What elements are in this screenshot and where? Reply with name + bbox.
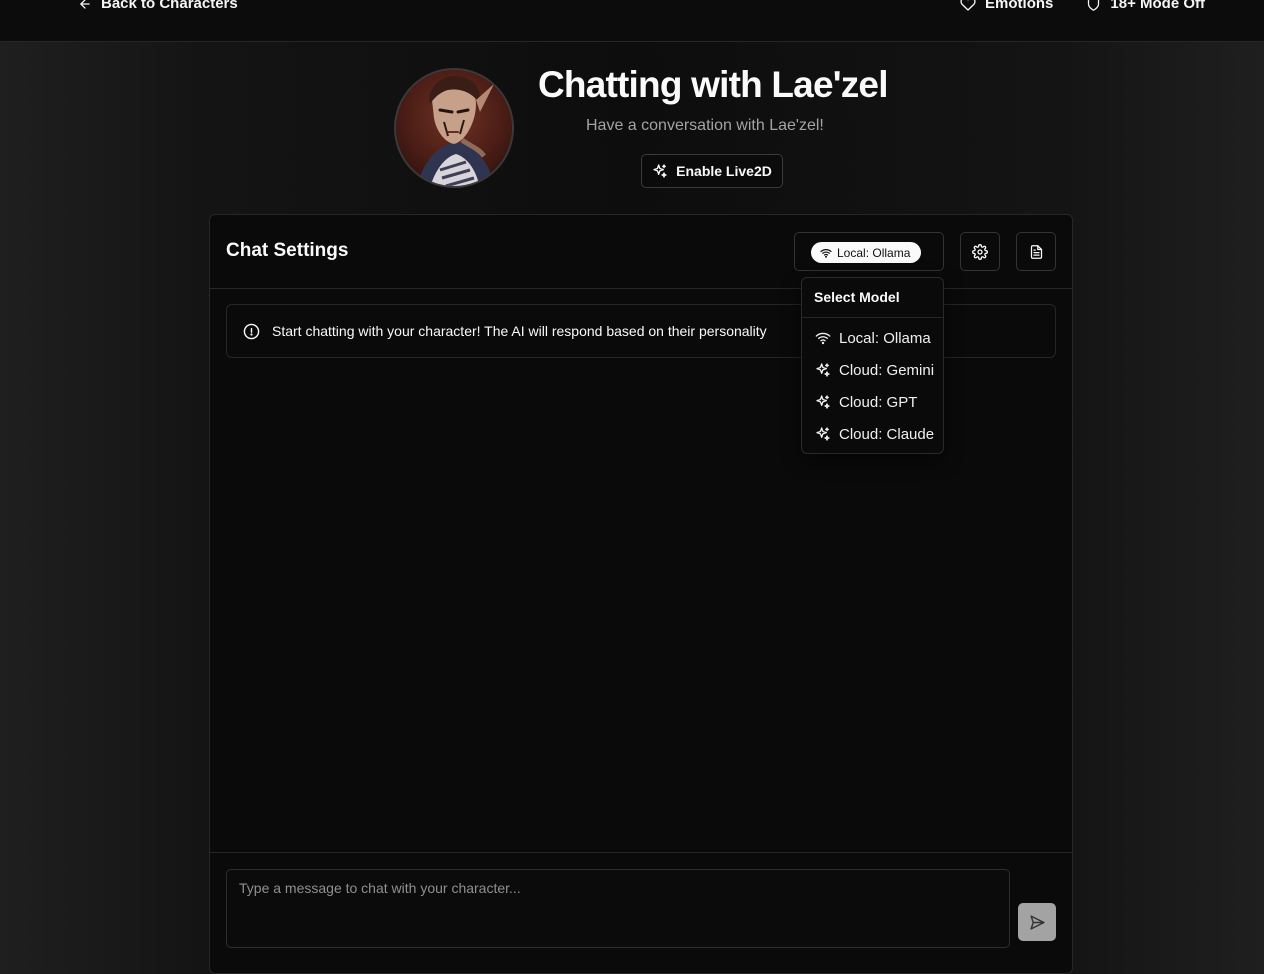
- wifi-icon: [815, 330, 831, 346]
- heart-icon: [960, 0, 976, 12]
- model-option-local-ollama[interactable]: Local: Ollama: [806, 324, 939, 352]
- model-option-label: Cloud: GPT: [839, 393, 918, 411]
- sparkles-icon: [815, 394, 831, 410]
- message-input[interactable]: [226, 869, 1010, 948]
- page-subtitle: Have a conversation with Lae'zel!: [586, 117, 824, 134]
- sparkles-icon: [652, 163, 668, 179]
- gear-icon: [972, 243, 988, 260]
- model-dropdown-menu: Select Model Local: Ollama Cloud: Gemini…: [801, 277, 944, 454]
- send-icon: [1029, 914, 1046, 931]
- chat-settings-header: Chat Settings Local: Ollama: [210, 215, 1072, 289]
- top-actions: Emotions 18+ Mode Off: [960, 0, 1205, 12]
- model-dropdown-label: Select Model: [814, 289, 900, 305]
- info-icon: [243, 323, 260, 340]
- sparkles-icon: [815, 426, 831, 442]
- model-option-label: Cloud: Claude: [839, 425, 935, 443]
- enable-live2d-button[interactable]: Enable Live2D: [641, 154, 783, 188]
- model-select-trigger[interactable]: Local: Ollama: [794, 232, 944, 271]
- current-model-label: Local: Ollama: [837, 245, 911, 260]
- file-text-icon: [1029, 244, 1044, 260]
- model-option-label: Local: Ollama: [839, 329, 931, 347]
- model-option-cloud-gpt[interactable]: Cloud: GPT: [806, 388, 939, 416]
- info-notice-text: Start chatting with your character! The …: [272, 323, 767, 339]
- message-composer: [210, 852, 1072, 974]
- chat-settings-title: Chat Settings: [226, 240, 349, 261]
- current-model-badge: Local: Ollama: [811, 242, 922, 263]
- back-link-label: Back to Characters: [101, 0, 238, 12]
- page-title: Chatting with Lae'zel: [538, 64, 888, 105]
- send-button[interactable]: [1018, 903, 1056, 941]
- shield-icon: [1086, 0, 1101, 12]
- enable-live2d-label: Enable Live2D: [676, 163, 772, 179]
- document-button[interactable]: [1016, 232, 1056, 271]
- top-bar: Back to Characters Emotions 18+ Mode Off: [0, 0, 1264, 42]
- model-option-label: Cloud: Gemini: [839, 361, 935, 379]
- sparkles-icon: [815, 362, 831, 378]
- model-option-cloud-gemini[interactable]: Cloud: Gemini: [806, 356, 939, 384]
- settings-button[interactable]: [960, 232, 1000, 271]
- character-avatar: [394, 68, 514, 188]
- emotions-label: Emotions: [985, 0, 1054, 12]
- back-to-characters-link[interactable]: Back to Characters: [78, 0, 238, 12]
- arrow-left-icon: [78, 0, 92, 11]
- adult-mode-label: 18+ Mode Off: [1110, 0, 1205, 12]
- adult-mode-toggle[interactable]: 18+ Mode Off: [1086, 0, 1205, 12]
- dropdown-divider: [802, 317, 943, 318]
- wifi-icon: [820, 247, 832, 259]
- emotions-button[interactable]: Emotions: [960, 0, 1053, 12]
- model-option-cloud-claude[interactable]: Cloud: Claude: [806, 420, 939, 448]
